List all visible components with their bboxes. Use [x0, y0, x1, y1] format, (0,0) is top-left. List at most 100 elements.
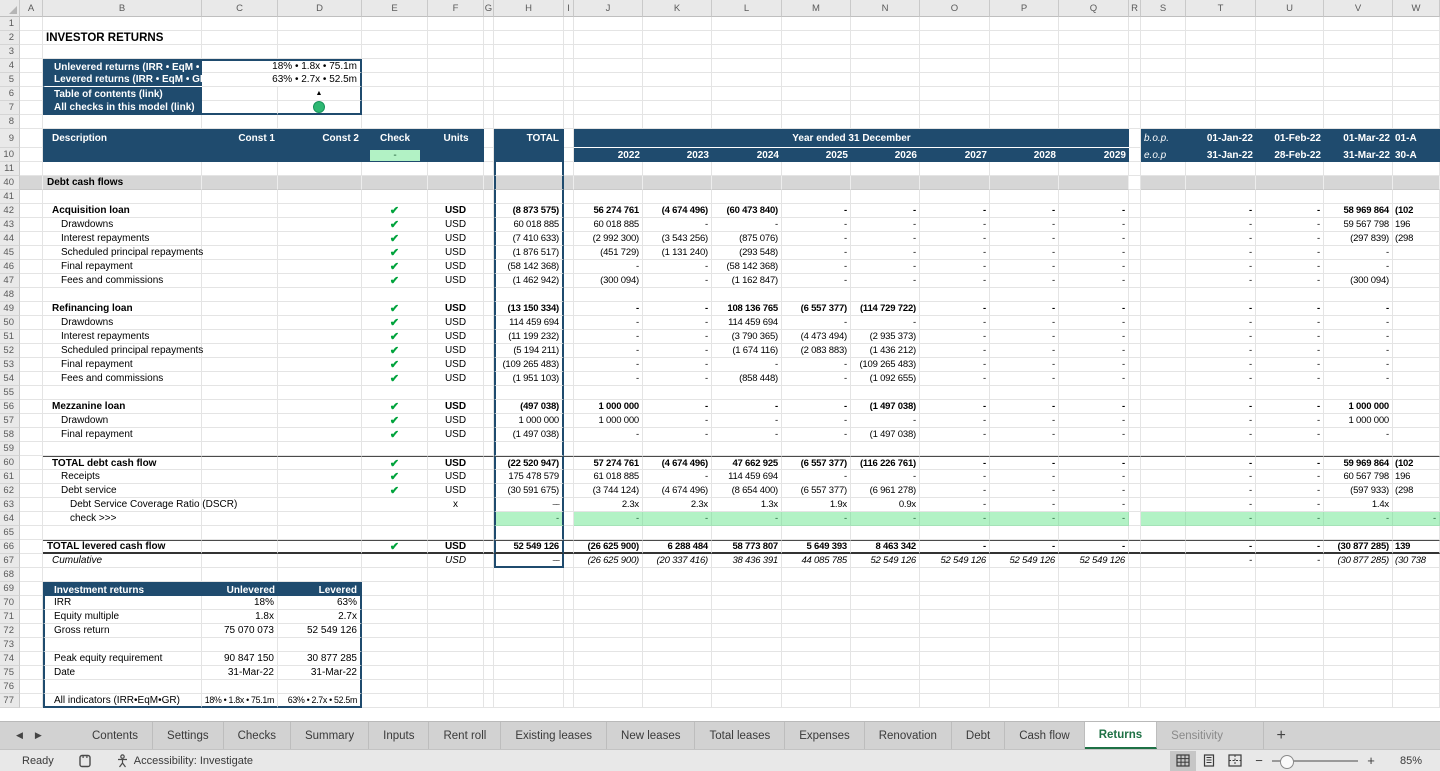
cell[interactable]	[1324, 59, 1393, 73]
cell[interactable]	[851, 176, 920, 190]
cell[interactable]	[278, 190, 362, 204]
cell[interactable]	[1141, 162, 1186, 176]
row-number[interactable]: 8	[0, 115, 20, 129]
cell[interactable]	[1324, 568, 1393, 582]
cell[interactable]	[1393, 17, 1440, 31]
cell[interactable]	[1141, 652, 1186, 666]
cell[interactable]	[428, 288, 484, 302]
cell[interactable]	[1141, 456, 1186, 470]
cell[interactable]	[574, 526, 643, 540]
cell[interactable]	[428, 610, 484, 624]
cell[interactable]	[1393, 610, 1440, 624]
cell[interactable]	[574, 610, 643, 624]
row-number[interactable]: 57	[0, 414, 20, 428]
cell[interactable]	[20, 232, 43, 246]
cell[interactable]	[20, 568, 43, 582]
cell[interactable]	[278, 316, 362, 330]
cell[interactable]	[1256, 386, 1324, 400]
cell[interactable]	[1393, 624, 1440, 638]
row-number[interactable]: 64	[0, 512, 20, 526]
cell[interactable]	[20, 162, 43, 176]
cell[interactable]	[484, 260, 494, 274]
zoom-level[interactable]: 85%	[1382, 755, 1422, 767]
cell[interactable]	[484, 246, 494, 260]
row-number[interactable]: 52	[0, 344, 20, 358]
cell[interactable]	[1186, 610, 1256, 624]
cell[interactable]	[1186, 596, 1256, 610]
cell[interactable]	[1256, 115, 1324, 129]
cell[interactable]	[278, 302, 362, 316]
cell[interactable]	[428, 624, 484, 638]
cell[interactable]	[1059, 582, 1129, 596]
cell[interactable]	[20, 526, 43, 540]
cell[interactable]	[1141, 484, 1186, 498]
cell[interactable]	[484, 73, 494, 87]
cell[interactable]	[20, 218, 43, 232]
cell[interactable]	[1186, 176, 1256, 190]
cell[interactable]	[494, 31, 564, 45]
cell[interactable]	[1129, 101, 1141, 115]
cell[interactable]	[1059, 176, 1129, 190]
cell[interactable]	[202, 246, 278, 260]
cell[interactable]	[20, 582, 43, 596]
cell[interactable]	[1059, 624, 1129, 638]
cell[interactable]	[20, 148, 43, 162]
cell[interactable]	[43, 17, 202, 31]
cell[interactable]	[1324, 386, 1393, 400]
cell[interactable]	[1393, 288, 1440, 302]
cell[interactable]	[494, 162, 564, 176]
cell[interactable]	[1129, 31, 1141, 45]
cell[interactable]	[494, 101, 564, 115]
cell[interactable]	[20, 400, 43, 414]
cell[interactable]	[712, 694, 782, 708]
cell[interactable]	[1393, 386, 1440, 400]
cell[interactable]	[278, 372, 362, 386]
cell[interactable]	[1186, 31, 1256, 45]
cell[interactable]	[1129, 148, 1141, 162]
cell[interactable]	[851, 87, 920, 101]
cell[interactable]	[484, 498, 494, 512]
cell[interactable]	[574, 386, 643, 400]
cell[interactable]	[1129, 344, 1141, 358]
cell[interactable]	[564, 582, 574, 596]
cell[interactable]	[20, 666, 43, 680]
cell[interactable]	[428, 386, 484, 400]
cell[interactable]	[643, 596, 712, 610]
cell[interactable]	[494, 176, 564, 190]
cell[interactable]	[1256, 59, 1324, 73]
cell[interactable]	[990, 652, 1059, 666]
sheet-tab-checks[interactable]: Checks	[224, 722, 291, 749]
cell[interactable]	[1324, 694, 1393, 708]
cell[interactable]	[1256, 526, 1324, 540]
cell[interactable]	[643, 666, 712, 680]
cell[interactable]	[712, 17, 782, 31]
cell[interactable]	[20, 87, 43, 101]
cell[interactable]	[712, 190, 782, 204]
cell[interactable]	[278, 148, 362, 162]
cell[interactable]	[1186, 526, 1256, 540]
row-number[interactable]: 2	[0, 31, 20, 45]
cell[interactable]	[564, 316, 574, 330]
cell[interactable]	[1129, 162, 1141, 176]
cell[interactable]	[851, 582, 920, 596]
cell[interactable]	[428, 115, 484, 129]
cell[interactable]	[782, 176, 851, 190]
cell[interactable]	[1129, 582, 1141, 596]
cell[interactable]	[712, 59, 782, 73]
cell[interactable]	[20, 456, 43, 470]
cell[interactable]	[494, 115, 564, 129]
cell[interactable]	[643, 59, 712, 73]
cell[interactable]	[1324, 45, 1393, 59]
cell[interactable]	[1256, 101, 1324, 115]
sheet-tab-contents[interactable]: Contents	[78, 722, 153, 749]
cell[interactable]	[1141, 302, 1186, 316]
cell[interactable]	[851, 45, 920, 59]
cell[interactable]	[564, 442, 574, 456]
cell[interactable]	[278, 288, 362, 302]
cell[interactable]	[202, 31, 278, 45]
cell[interactable]	[1256, 680, 1324, 694]
cell[interactable]	[202, 148, 278, 162]
cell[interactable]	[564, 624, 574, 638]
cell[interactable]	[278, 358, 362, 372]
cell[interactable]	[278, 428, 362, 442]
